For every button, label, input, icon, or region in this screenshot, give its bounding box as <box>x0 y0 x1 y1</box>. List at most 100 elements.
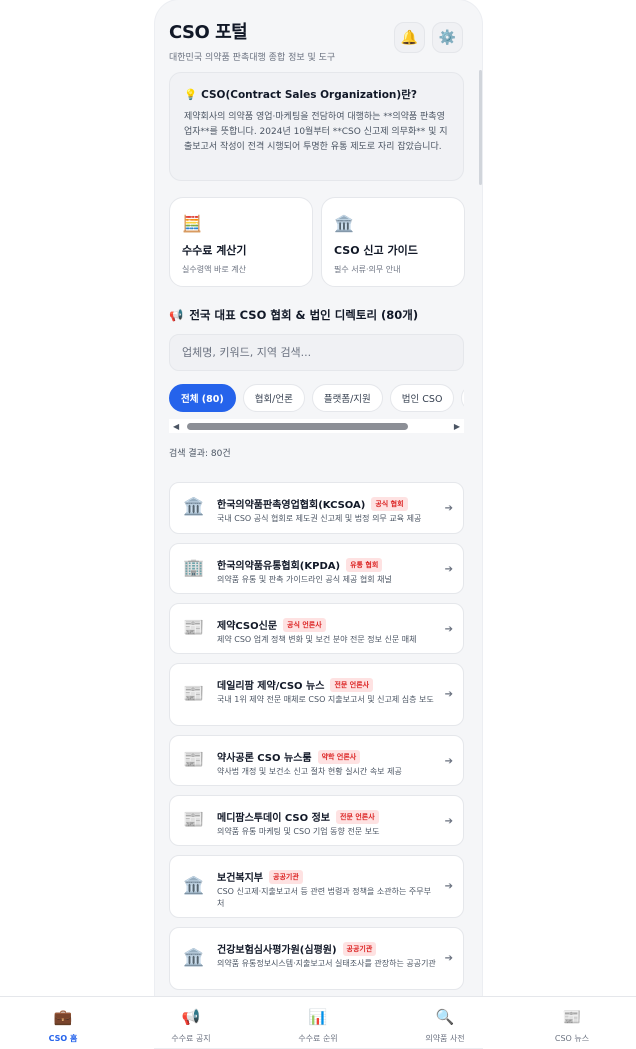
filter-chip-association-press[interactable]: 협회/언론 <box>242 384 305 412</box>
filter-chip-platform-support[interactable]: 플랫폼/지원 <box>311 384 383 412</box>
item-description: 국내 CSO 공식 협회로 제도권 신고제 및 법정 의무 교육 제공 <box>217 514 422 523</box>
nav-label: 의약품 사전 <box>425 1034 465 1043</box>
nav-label: 수수료 순위 <box>298 1034 338 1043</box>
nav-label: CSO 홈 <box>48 1034 78 1043</box>
app-frame: CSO 포털 대한민국 의약품 판촉대행 종합 정보 및 도구 🔔 ⚙️ 💡 C… <box>155 0 482 1048</box>
item-description: 의약품 유통정보시스템·지출보고서 실태조사를 관장하는 공공기관 <box>217 959 436 968</box>
info-title-text: CSO(Contract Sales Organization)란? <box>201 89 417 101</box>
newspaper-icon: 📰 <box>183 618 205 638</box>
list-item[interactable]: 📰 제약CSO신문 공식 언론사 제약 CSO 업계 정책 변화 및 보건 분야 … <box>169 603 464 654</box>
info-body: 제약회사의 의약품 영업·마케팅을 전담하여 대행하는 **의약품 판촉영업자*… <box>184 112 448 152</box>
item-badge: 공공기관 <box>269 869 303 884</box>
item-name: 약사공론 CSO 뉴스룸 약학 언론사 <box>217 749 361 764</box>
briefcase-icon: 💼 <box>53 1008 73 1026</box>
item-description: 제약 CSO 업계 정책 변화 및 보건 분야 전문 정보 신문 매체 <box>217 635 417 644</box>
scroll-right-icon[interactable]: ▶ <box>454 422 460 431</box>
card-title: CSO 신고 가이드 <box>334 244 418 257</box>
scroll-left-icon[interactable]: ◀ <box>173 422 179 431</box>
newspaper-icon: 📰 <box>183 810 205 830</box>
info-title: 💡 CSO(Contract Sales Organization)란? <box>184 87 449 102</box>
arrow-right-icon: ➔ <box>444 953 453 964</box>
filter-chip-corporate-cso[interactable]: 법인 CSO <box>389 384 455 412</box>
fee-calculator-card[interactable]: 🧮 수수료 계산기 실수령액 바로 계산 <box>169 197 313 287</box>
registration-guide-card[interactable]: 🏛️ CSO 신고 가이드 필수 서류·의무 안내 <box>321 197 465 287</box>
arrow-right-icon: ➔ <box>444 816 453 827</box>
bar-chart-icon: 📊 <box>308 1008 328 1026</box>
newspaper-icon: 📰 <box>183 684 205 704</box>
arrow-right-icon: ➔ <box>444 881 453 892</box>
government-building-icon: 🏛️ <box>183 497 205 517</box>
filter-chip-all[interactable]: 전체 (80) <box>169 384 236 412</box>
government-building-icon: 🏛️ <box>183 876 205 896</box>
page-subtitle: 대한민국 의약품 판촉대행 종합 정보 및 도구 <box>169 53 336 63</box>
item-badge: 유통 협회 <box>346 557 383 572</box>
item-description: 의약품 유통 및 판촉 가이드라인 공식 제공 협회 채널 <box>217 575 392 584</box>
filter-chip-other[interactable]: 기타 <box>461 384 464 412</box>
nav-item-cso-home[interactable]: 💼 CSO 홈 <box>13 997 113 1049</box>
item-name: 한국의약품유통협회(KPDA) 유통 협회 <box>217 557 383 572</box>
settings-button[interactable]: ⚙️ <box>432 22 463 53</box>
list-item[interactable]: 🏛️ 보건복지부 공공기관 CSO 신고제·지출보고서 등 관련 법령과 정책을 … <box>169 855 464 918</box>
list-item[interactable]: 📰 메디팜스투데이 CSO 정보 전문 언론사 의약품 유통 마케팅 및 CSO … <box>169 795 464 846</box>
directory-title: 📢 전국 대표 CSO 협회 & 법인 디렉토리 (80개) <box>169 307 418 323</box>
notification-button[interactable]: 🔔 <box>394 22 425 53</box>
megaphone-icon: 📢 <box>169 308 184 322</box>
nav-item-fee-notice[interactable]: 📢 수수료 공지 <box>141 997 241 1049</box>
item-badge: 전문 언론사 <box>330 677 374 692</box>
item-badge: 공공기관 <box>342 941 377 956</box>
nav-item-fee-ranking[interactable]: 📊 수수료 순위 <box>268 997 368 1049</box>
office-building-icon: 🏢 <box>183 558 205 578</box>
info-box: 💡 CSO(Contract Sales Organization)란? 제약회… <box>169 72 464 181</box>
bottom-navigation: 💼 CSO 홈 📢 수수료 공지 📊 수수료 순위 🔍 의약품 사전 📰 CSO… <box>0 996 636 1048</box>
nav-item-cso-news[interactable]: 📰 CSO 뉴스 <box>522 997 622 1049</box>
item-name: 한국의약품판촉영업협회(KCSOA) 공식 협회 <box>217 496 408 511</box>
nav-item-drug-dictionary[interactable]: 🔍 의약품 사전 <box>395 997 495 1049</box>
government-building-icon: 🏛️ <box>334 214 354 233</box>
list-item[interactable]: 📰 약사공론 CSO 뉴스룸 약학 언론사 약사법 개정 및 보건소 신고 절차 … <box>169 735 464 786</box>
item-badge: 공식 언론사 <box>283 617 326 632</box>
arrow-right-icon: ➔ <box>444 689 453 700</box>
abacus-icon: 🧮 <box>182 214 202 233</box>
arrow-right-icon: ➔ <box>444 564 453 575</box>
item-description: 약사법 개정 및 보건소 신고 절차 현황 실시간 속보 제공 <box>217 767 402 776</box>
directory-title-text: 전국 대표 CSO 협회 & 법인 디렉토리 (80개) <box>189 308 419 322</box>
nav-label: 수수료 공지 <box>171 1034 211 1043</box>
item-badge: 전문 언론사 <box>336 809 379 824</box>
nav-label: CSO 뉴스 <box>554 1034 590 1043</box>
newspaper-icon: 📰 <box>562 1008 582 1026</box>
card-subtitle: 필수 서류·의무 안내 <box>334 265 401 274</box>
card-subtitle: 실수령액 바로 계산 <box>182 265 246 274</box>
bell-icon: 🔔 <box>400 29 419 46</box>
megaphone-icon: 📢 <box>181 1008 201 1026</box>
horizontal-scrollbar[interactable]: ◀ ▶ <box>169 419 464 433</box>
lightbulb-icon: 💡 <box>184 89 198 101</box>
item-badge: 공식 협회 <box>371 496 408 511</box>
vertical-scrollbar[interactable] <box>479 70 482 185</box>
item-name: 메디팜스투데이 CSO 정보 전문 언론사 <box>217 809 379 824</box>
item-name: 제약CSO신문 공식 언론사 <box>217 617 326 632</box>
list-item[interactable]: 🏛️ 건강보험심사평가원(심평원) 공공기관 의약품 유통정보시스템·지출보고서 … <box>169 927 464 990</box>
card-title: 수수료 계산기 <box>182 244 247 257</box>
item-description: CSO 신고제·지출보고서 등 관련 법령과 정책을 소관하는 주무부처 <box>217 887 431 908</box>
item-name: 데일리팜 제약/CSO 뉴스 전문 언론사 <box>217 677 374 692</box>
result-count: 검색 결과: 80건 <box>169 449 231 459</box>
scrollbar-thumb[interactable] <box>187 423 408 430</box>
list-item[interactable]: 🏢 한국의약품유통협회(KPDA) 유통 협회 의약품 유통 및 판촉 가이드라인… <box>169 543 464 594</box>
item-badge: 약학 언론사 <box>317 749 361 764</box>
list-item[interactable]: 🏛️ 한국의약품판촉영업협회(KCSOA) 공식 협회 국내 CSO 공식 협회로… <box>169 482 464 534</box>
filter-chips: 전체 (80) 협회/언론 플랫폼/지원 법인 CSO 기타 <box>169 384 464 412</box>
search-input[interactable] <box>169 334 464 371</box>
gear-icon: ⚙️ <box>438 29 457 46</box>
arrow-right-icon: ➔ <box>444 503 453 514</box>
newspaper-icon: 📰 <box>183 750 205 770</box>
list-item[interactable]: 📰 데일리팜 제약/CSO 뉴스 전문 언론사 국내 1위 제약 전문 매체로 C… <box>169 663 464 726</box>
item-description: 국내 1위 제약 전문 매체로 CSO 지출보고서 및 신고제 심층 보도 <box>217 695 434 704</box>
item-name: 건강보험심사평가원(심평원) 공공기관 <box>217 941 377 956</box>
magnifier-icon: 🔍 <box>435 1008 455 1026</box>
arrow-right-icon: ➔ <box>444 624 453 635</box>
header: CSO 포털 대한민국 의약품 판촉대행 종합 정보 및 도구 🔔 ⚙️ <box>169 18 469 64</box>
item-description: 의약품 유통 마케팅 및 CSO 기업 동향 전문 보도 <box>217 827 380 836</box>
arrow-right-icon: ➔ <box>444 756 453 767</box>
government-building-icon: 🏛️ <box>183 948 205 968</box>
item-name: 보건복지부 공공기관 <box>217 869 303 884</box>
